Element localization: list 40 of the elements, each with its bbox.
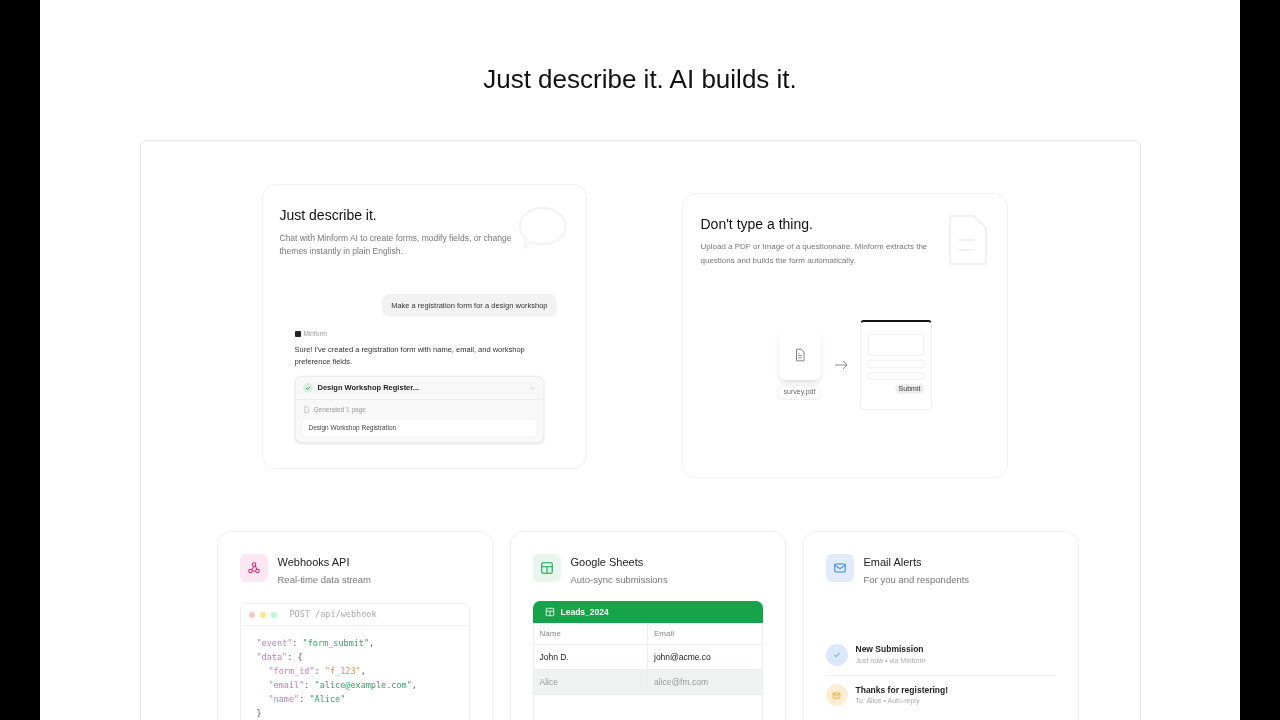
- code-line: "name": "Alice": [268, 693, 347, 707]
- page-heading: Just describe it. AI builds it.: [483, 63, 797, 96]
- feature-title: Email Alerts: [863, 555, 923, 570]
- alert-title: Thanks for registering!: [855, 683, 949, 697]
- column-header: Name: [533, 623, 648, 645]
- table-icon: [544, 607, 555, 618]
- card-title: Just describe it.: [279, 206, 378, 225]
- table-row[interactable]: John D. john@acme.co: [533, 645, 762, 671]
- feature-subtitle: Auto-sync submissions: [570, 573, 668, 587]
- chevron-icon[interactable]: [528, 384, 536, 392]
- table-cell: Alice: [533, 670, 648, 695]
- feature-title: Webhooks API: [277, 555, 351, 570]
- feature-subtitle: For you and respondents: [863, 573, 970, 587]
- sheet-name: Leads_2024: [560, 605, 609, 619]
- feature-subtitle: Real-time data stream: [277, 573, 371, 587]
- code-line: "data": {: [256, 651, 304, 665]
- card-title: Don't type a thing.: [700, 215, 814, 234]
- mail-icon: [832, 690, 841, 700]
- arrow-icon: [834, 360, 849, 370]
- check-circle-icon: [302, 383, 313, 393]
- card-description: Chat with Minform AI to create forms, modify fields, or change themes instantly in plain English.: [279, 232, 513, 258]
- code-line: "event": "form_submit",: [256, 637, 376, 651]
- webhook-icon: [246, 561, 261, 575]
- card-description: Upload a PDF or Image of a questionnaire. Minform extracts the questions and builds the form automatically.: [700, 241, 929, 267]
- code-line: "form_id": "f_123",: [268, 665, 367, 679]
- table-cell: John D.: [533, 645, 648, 670]
- mail-icon: [832, 561, 847, 575]
- check-icon: [832, 650, 841, 659]
- code-line: }: [256, 707, 263, 720]
- table-cell-text: alice@fm.com: [653, 675, 709, 689]
- window-dots-icon: [248, 611, 279, 618]
- column-header: Email: [653, 627, 675, 640]
- alert-title: New Submission: [855, 643, 925, 656]
- feature-title: Google Sheets: [570, 555, 645, 570]
- document-icon: [302, 406, 310, 414]
- table-cell-text: john@acme.co: [653, 650, 712, 664]
- code-line: "email": "alice@example.com",: [268, 679, 418, 693]
- table-icon: [539, 561, 554, 575]
- bot-logo-icon: [294, 331, 301, 338]
- endpoint-label: POST /api/webhook: [289, 608, 377, 622]
